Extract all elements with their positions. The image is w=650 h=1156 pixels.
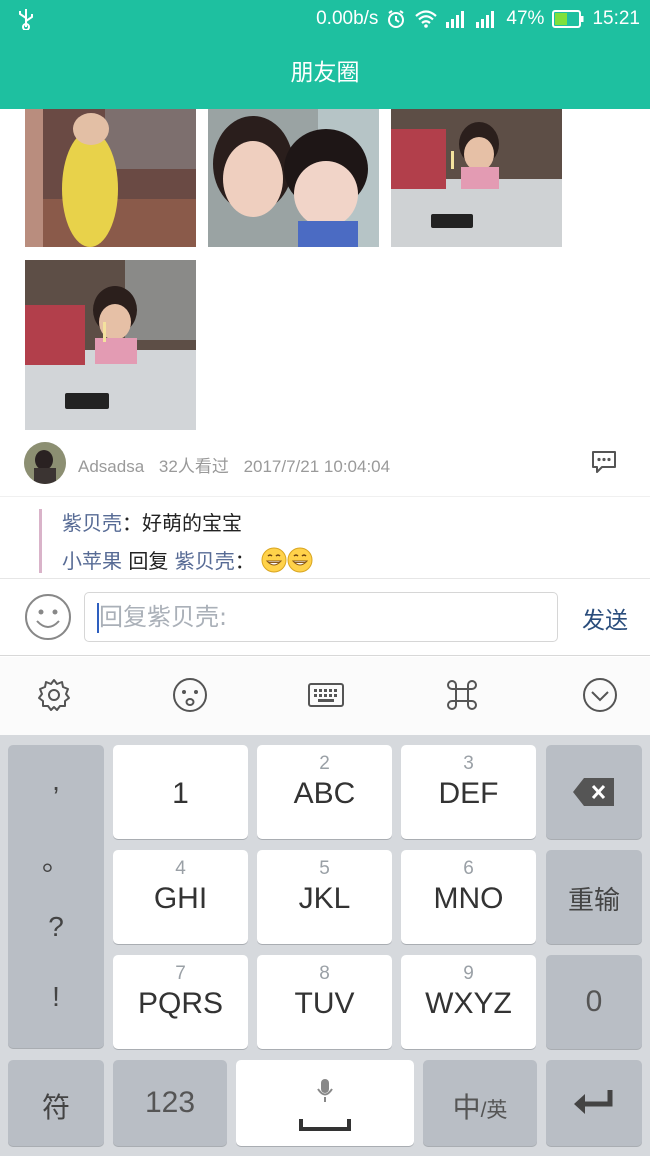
key-label: 重输 [567,885,620,915]
reply-input-placeholder: 回复紫贝壳: [99,603,228,631]
send-button[interactable]: 发送 [582,601,628,635]
comment-item[interactable]: 紫贝壳：好萌的宝宝 [62,507,242,536]
key-label: 123 [144,1086,196,1119]
page-title: 朋友圈 [290,60,360,86]
enter-icon [574,1090,613,1114]
post-timestamp: 2017/7/21 10:04:04 [243,457,391,476]
key-letters: ABC [293,777,356,810]
commenter-name[interactable]: 紫贝壳 [62,511,122,535]
grin-emoji-icon [261,547,287,573]
key-digit: 5 [319,858,330,879]
comment-icon[interactable] [590,448,618,476]
reply-input[interactable]: 回复紫贝壳: [84,592,558,642]
numbers-key[interactable]: 123 [113,1060,227,1146]
key-5-jkl[interactable]: 5 JKL [257,850,392,944]
punct-period[interactable]: 。 [8,839,104,879]
key-letters: MNO [433,882,504,915]
post-author[interactable]: Adsadsa [78,457,144,476]
network-speed: 0.00b/s [316,8,379,29]
backspace-key[interactable] [546,745,642,839]
signal-icon-1 [446,11,465,28]
punct-exclaim[interactable]: ! [8,981,104,1013]
comment-separator: ： [122,511,142,535]
key-2-abc[interactable]: 2 ABC [257,745,392,839]
key-letters: WXYZ [425,987,512,1020]
symbols-key[interactable]: 符 [8,1060,104,1146]
commenter-name[interactable]: 小苹果 [62,549,122,573]
view-count: 32人看过 [158,457,229,476]
key-1[interactable]: 1 [113,745,248,839]
comment-item[interactable]: 小苹果 回复 紫贝壳： [62,545,313,574]
key-digit: 8 [319,963,330,984]
enter-key[interactable] [546,1060,642,1146]
wifi-icon [415,10,438,28]
photo-thumbnail-4[interactable] [25,260,196,430]
signal-icon-2 [476,11,495,28]
title-bar: 朋友圈 [0,38,650,109]
key-label: 1 [172,777,189,810]
key-6-mno[interactable]: 6 MNO [401,850,536,944]
key-digit: 7 [175,963,186,984]
key-digit: 6 [463,858,474,879]
punct-comma[interactable]: , [8,765,104,797]
key-7-pqrs[interactable]: 7 PQRS [113,955,248,1049]
keyboard-switch-icon[interactable] [308,677,344,713]
comment-text: 好萌的宝宝 [142,511,242,535]
alarm-icon [388,10,405,28]
usb-icon [19,9,33,30]
battery-icon [552,10,584,28]
key-0[interactable]: 0 [546,955,642,1049]
avatar[interactable] [24,442,66,484]
key-letters: TUV [294,987,355,1020]
space-bar-icon [299,1119,351,1131]
key-8-tuv[interactable]: 8 TUV [257,955,392,1049]
emoji-icon[interactable] [172,677,208,713]
comment-separator: ： [234,549,255,573]
key-letters: JKL [298,882,351,915]
microphone-icon [317,1079,333,1102]
punct-question[interactable]: ? [8,911,104,943]
punctuation-key[interactable]: , 。 ? ! [8,745,104,1048]
key-label: 符 [41,1092,70,1123]
clock: 15:21 [592,8,640,29]
reenter-key[interactable]: 重输 [546,850,642,944]
status-bar: 0.00b/s 47% 15:21 [0,0,650,38]
lang-sub: /英 [480,1099,508,1122]
keyboard-toolbar [0,657,650,735]
comment-divider [39,509,42,573]
key-3-def[interactable]: 3 DEF [401,745,536,839]
text-cursor [97,603,99,633]
key-digit: 4 [175,858,186,879]
key-4-ghi[interactable]: 4 GHI [113,850,248,944]
collapse-keyboard-icon[interactable] [582,677,618,713]
lang-main: 中 [452,1092,481,1123]
photo-thumbnail-1[interactable] [25,109,196,247]
key-digit: 3 [463,753,474,774]
settings-gear-icon[interactable] [36,677,72,713]
key-label: 0 [585,985,603,1018]
comment-list: 紫贝壳：好萌的宝宝 小苹果 回复 紫贝壳： [0,496,650,576]
language-switch-key[interactable]: 中/英 [423,1060,537,1146]
post-meta: Adsadsa 32人看过 2017/7/21 10:04:04 [0,438,650,490]
reply-word: 回复 [122,549,175,573]
grin-emoji-icon [287,547,313,573]
photo-thumbnail-3[interactable] [391,109,562,247]
reply-bar: 回复紫贝壳: 发送 [0,578,650,656]
key-letters: DEF [438,777,499,810]
key-label: 中/英 [423,1086,537,1126]
key-letters: GHI [153,882,208,915]
space-voice-key[interactable] [236,1060,414,1146]
backspace-icon [573,778,614,806]
key-letters: PQRS [137,987,224,1020]
key-digit: 9 [463,963,474,984]
keyboard: , 。 ? ! 1 2 ABC 3 DEF 4 GHI 5 JKL 6 MNO … [0,735,650,1156]
key-digit: 2 [319,753,330,774]
key-9-wxyz[interactable]: 9 WXYZ [401,955,536,1049]
emoji-picker-icon[interactable] [24,593,72,641]
command-icon[interactable] [444,677,480,713]
photo-thumbnail-2[interactable] [208,109,379,247]
battery-percent: 47% [506,8,545,29]
reply-target-name[interactable]: 紫贝壳 [175,549,235,573]
